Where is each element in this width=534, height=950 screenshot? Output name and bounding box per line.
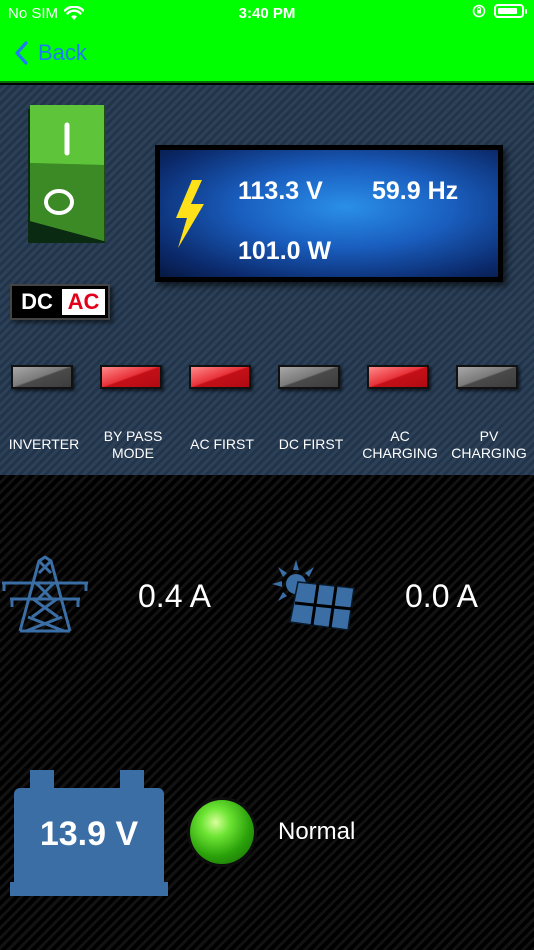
indicator-label-inverter: INVERTER — [8, 436, 80, 452]
indicator-label-ac-charging: AC CHARGING — [362, 428, 438, 461]
battery-voltage: 13.9 V — [39, 815, 139, 853]
power-readout: 101.0 W — [238, 237, 332, 265]
indicator-label-pv-charging: PV CHARGING — [451, 428, 527, 461]
lightning-icon — [176, 180, 204, 248]
battery-icon — [494, 4, 527, 18]
power-tower-icon — [2, 555, 88, 633]
indicator-bypass-mode — [100, 365, 162, 389]
voltage-readout: 113.3 V — [238, 177, 323, 205]
battery-status-text: Normal — [278, 818, 356, 845]
power-switch[interactable] — [22, 103, 106, 243]
chevron-left-icon — [15, 41, 28, 65]
status-right — [472, 4, 527, 18]
indicator-ac-first — [189, 365, 251, 389]
indicator-label-ac-first: AC FIRST — [190, 436, 254, 452]
battery-fill — [498, 8, 517, 14]
solar-panel-icon — [272, 560, 355, 631]
back-button[interactable]: Back — [14, 40, 87, 66]
indicator-dc-first — [278, 365, 340, 389]
back-label: Back — [38, 40, 87, 65]
grid-current: 0.4 A — [138, 578, 211, 614]
frequency-readout: 59.9 Hz — [372, 177, 459, 205]
nav-bar: Back — [0, 30, 534, 83]
indicator-ac-charging — [367, 365, 429, 389]
lcd-display: 113.3 V 59.9 Hz 101.0 W — [155, 145, 503, 282]
status-bar: No SIM 3:40 PM — [0, 0, 534, 30]
dc-label: DC — [21, 289, 53, 314]
lcd-screen: 113.3 V 59.9 Hz 101.0 W — [160, 150, 498, 277]
indicator-pv-charging — [456, 365, 518, 389]
ac-label: AC — [62, 289, 105, 315]
orientation-lock-icon — [472, 4, 486, 18]
status-time: 3:40 PM — [238, 5, 296, 22]
battery-status-led — [190, 800, 254, 864]
indicator-label-bypass-mode: BY PASS MODE — [103, 428, 163, 461]
indicator-inverter — [11, 365, 73, 389]
solar-current: 0.0 A — [405, 578, 478, 614]
dc-ac-badge: DC AC — [10, 284, 110, 320]
indicator-label-dc-first: DC FIRST — [278, 436, 344, 452]
